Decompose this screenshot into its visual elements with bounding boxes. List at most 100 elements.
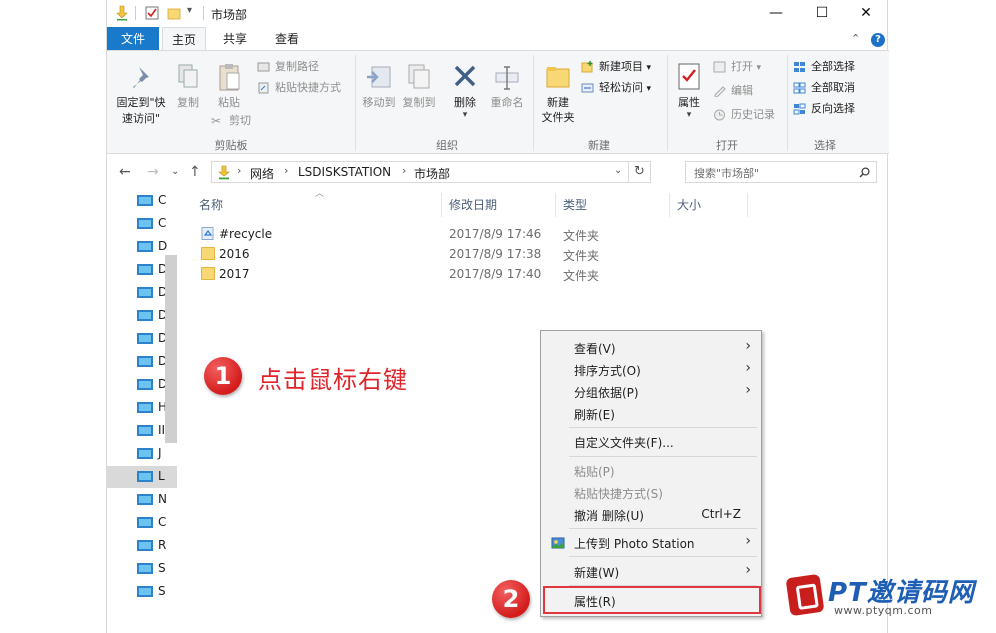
chevron-down-icon[interactable]: ▾ (647, 63, 652, 73)
paste-shortcut-button[interactable]: 粘贴快捷方式 (257, 80, 341, 96)
menu-item-upload-photo-station[interactable]: 上传到 Photo Station › (541, 532, 761, 554)
nav-item-computer[interactable]: R (135, 535, 177, 557)
search-icon[interactable] (859, 167, 870, 178)
file-row-recycle[interactable]: #recycle 2017/8/9 17:46 文件夹 (197, 224, 767, 244)
nav-item-computer[interactable]: C (135, 512, 177, 534)
back-arrow-icon[interactable]: ← (119, 164, 131, 180)
column-header-size[interactable]: 大小 (677, 196, 701, 213)
column-separator[interactable] (555, 193, 556, 217)
invert-selection-icon (793, 103, 806, 115)
nav-item-computer[interactable]: L (107, 466, 177, 488)
delete-button[interactable]: 删除 ▾ (447, 61, 483, 120)
easy-access-button[interactable]: 轻松访问 ▾ (581, 80, 651, 97)
nav-item-computer[interactable]: J (135, 443, 177, 465)
column-header-date[interactable]: 修改日期 (449, 196, 497, 213)
file-row-2016[interactable]: 2016 2017/8/9 17:38 文件夹 (197, 244, 767, 264)
menu-item-refresh[interactable]: 刷新(E) (541, 403, 761, 425)
menu-item-new[interactable]: 新建(W) › (541, 561, 761, 583)
collapse-ribbon-icon[interactable]: ⌃ (851, 32, 860, 45)
nav-item-computer[interactable]: C (135, 190, 177, 212)
column-separator[interactable] (441, 193, 442, 217)
cut-button[interactable]: ✂ 剪切 (211, 113, 251, 129)
up-arrow-icon[interactable]: ↑ (189, 164, 201, 180)
copy-button[interactable]: 复制 (173, 61, 203, 111)
close-button[interactable]: ✕ (843, 0, 889, 27)
menu-item-sort[interactable]: 排序方式(O) › (541, 359, 761, 381)
column-header-name[interactable]: 名称 (199, 196, 223, 213)
menu-item-undo-delete[interactable]: 撤消 删除(U) Ctrl+Z (541, 504, 761, 526)
divider (628, 162, 629, 182)
column-separator[interactable] (669, 193, 670, 217)
breadcrumb-chevron-icon[interactable]: › (237, 164, 241, 177)
open-button[interactable]: 打开 ▾ (713, 59, 761, 76)
tab-file[interactable]: 文件 (107, 27, 159, 51)
menu-item-view[interactable]: 查看(V) › (541, 337, 761, 359)
maximize-button[interactable]: ☐ (799, 0, 845, 27)
computer-icon (137, 402, 153, 413)
breadcrumb-current[interactable]: 市场部 (414, 165, 450, 182)
nav-item-computer[interactable]: S (135, 581, 177, 603)
select-all-button[interactable]: 全部选择 (793, 59, 855, 75)
nav-item-computer[interactable]: N (135, 489, 177, 511)
chevron-down-icon[interactable]: ▾ (647, 84, 652, 94)
network-drive-icon (218, 165, 230, 180)
copy-path-button[interactable]: 复制路径 (257, 59, 319, 75)
chevron-right-icon: › (745, 533, 751, 549)
move-to-button[interactable]: 移动到 (361, 61, 397, 111)
nav-item-label: J (158, 446, 162, 460)
nav-item-computer[interactable]: S (135, 558, 177, 580)
minimize-button[interactable]: — (753, 0, 799, 27)
help-icon[interactable]: ? (871, 33, 885, 47)
history-button[interactable]: 历史记录 (713, 107, 775, 123)
new-folder-button[interactable]: 新建 文件夹 (539, 61, 577, 125)
menu-item-customize-folder[interactable]: 自定义文件夹(F)... (541, 431, 761, 453)
group-separator (533, 55, 534, 151)
rename-button[interactable]: 重命名 (487, 61, 527, 111)
menu-item-paste[interactable]: 粘贴(P) (541, 460, 761, 482)
forward-arrow-icon[interactable]: → (147, 164, 159, 180)
chevron-down-icon[interactable]: ▾ (187, 5, 192, 16)
paste-button[interactable]: 粘贴 (211, 61, 247, 111)
tab-share[interactable]: 共享 (213, 27, 257, 51)
column-header-type[interactable]: 类型 (563, 196, 587, 213)
menu-item-group-by[interactable]: 分组依据(P) › (541, 381, 761, 403)
chevron-down-icon[interactable]: ▾ (447, 111, 483, 120)
select-none-button[interactable]: 全部取消 (793, 80, 855, 96)
breadcrumb-lsdiskstation[interactable]: LSDISKSTATION (298, 165, 391, 179)
paste-shortcut-label: 粘贴快捷方式 (275, 81, 341, 94)
address-bar[interactable]: › 网络 › LSDISKSTATION › 市场部 ⌄ ↻ (211, 161, 651, 183)
breadcrumb-network[interactable]: 网络 (250, 165, 274, 182)
copy-icon (178, 64, 198, 88)
search-box[interactable]: 搜索"市场部" (685, 161, 877, 183)
navigation-scrollbar[interactable] (165, 255, 177, 443)
watermark: PT邀请码网 www.ptyqm.com (785, 572, 992, 622)
pin-quick-access-button[interactable]: 固定到"快速访问" (111, 61, 173, 127)
step-1-instruction: 点击鼠标右键 (258, 366, 408, 394)
new-folder-quick-icon[interactable] (167, 5, 181, 21)
edit-button[interactable]: 编辑 (713, 83, 753, 99)
new-item-button[interactable]: 新建项目 ▾ (581, 59, 651, 76)
folder-icon (201, 267, 215, 280)
breadcrumb-chevron-icon[interactable]: › (402, 164, 406, 177)
column-separator[interactable] (747, 193, 748, 217)
menu-item-paste-shortcut[interactable]: 粘贴快捷方式(S) (541, 482, 761, 504)
chevron-down-icon[interactable]: ▾ (757, 63, 762, 73)
tab-home[interactable]: 主页 (162, 27, 206, 51)
file-row-2017[interactable]: 2017 2017/8/9 17:40 文件夹 (197, 264, 767, 284)
properties-quick-icon[interactable] (115, 5, 129, 21)
new-item-icon (581, 61, 593, 73)
computer-icon (137, 241, 153, 252)
address-history-chevron-icon[interactable]: ⌄ (614, 165, 622, 176)
nav-item-computer[interactable]: C (135, 213, 177, 235)
tab-view[interactable]: 查看 (265, 27, 309, 51)
recent-locations-chevron-icon[interactable]: ⌄ (171, 166, 179, 177)
properties-button[interactable]: 属性 ▾ (673, 61, 705, 120)
chevron-down-icon[interactable]: ▾ (673, 111, 705, 120)
group-label-select: 选择 (814, 139, 836, 152)
photo-station-icon (551, 537, 565, 549)
breadcrumb-chevron-icon[interactable]: › (284, 164, 288, 177)
checkmark-quick-icon[interactable] (145, 5, 159, 21)
refresh-icon[interactable]: ↻ (634, 164, 645, 179)
invert-selection-button[interactable]: 反向选择 (793, 101, 855, 117)
copy-to-button[interactable]: 复制到 (401, 61, 437, 111)
